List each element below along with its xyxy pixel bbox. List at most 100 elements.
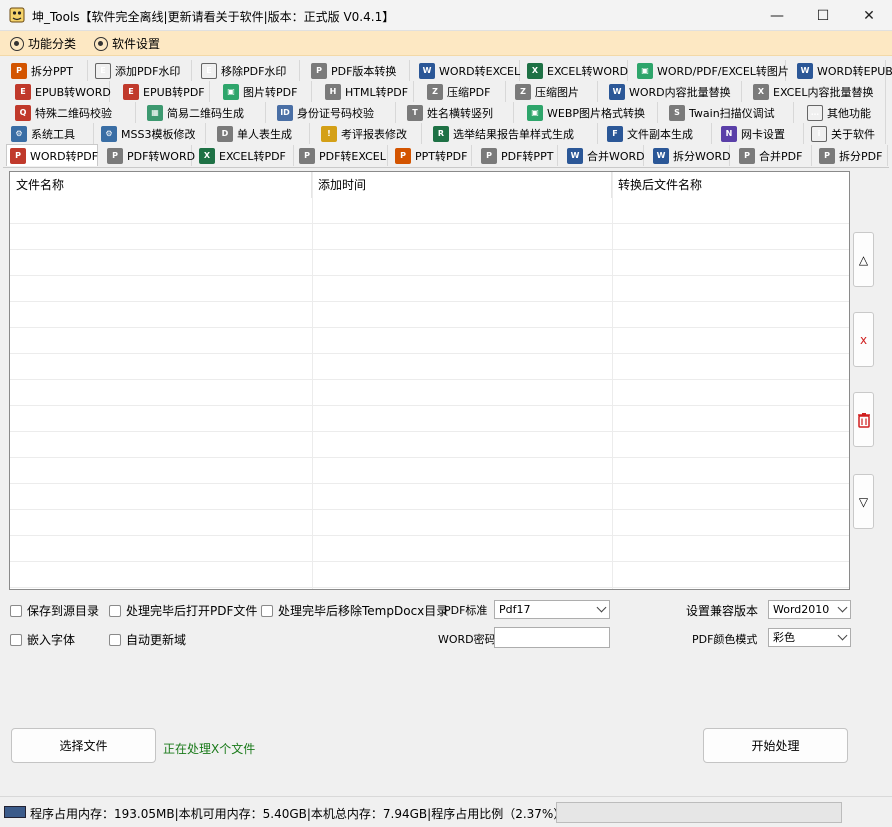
tab-word-batch-replace[interactable]: W WORD内容批量替换 <box>606 81 742 102</box>
start-processing-button[interactable]: 开始处理 <box>703 728 848 763</box>
tab-html-to-pdf[interactable]: H HTML转PDF <box>322 81 414 102</box>
tab-about[interactable]: i 关于软件 <box>808 123 886 144</box>
tab-word-to-pdf[interactable]: P WORD转PDF <box>6 144 98 166</box>
tab-webp-convert[interactable]: ▣ WEBP图片格式转换 <box>524 102 658 123</box>
pdf-icon: P <box>819 147 835 164</box>
chevron-down-icon <box>596 602 607 613</box>
watermark-icon: E <box>95 62 111 79</box>
column-header-added-time[interactable]: 添加时间 <box>312 172 612 198</box>
open-after-checkbox[interactable]: 处理完毕后打开PDF文件 <box>109 602 257 619</box>
tab-election-report[interactable]: R 选举结果报告单样式生成 <box>430 123 598 144</box>
tab-label: EPUB转PDF <box>143 85 205 99</box>
column-header-output-name[interactable]: 转换后文件名称 <box>612 172 849 198</box>
tab-label: 文件副本生成 <box>627 127 693 141</box>
clear-list-button[interactable] <box>853 392 874 447</box>
select-files-button[interactable]: 选择文件 <box>11 728 156 763</box>
checkbox-box[interactable] <box>261 604 273 617</box>
save-to-source-checkbox[interactable]: 保存到源目录 <box>10 602 99 619</box>
tab-excel-to-pdf[interactable]: X EXCEL转PDF <box>196 145 294 166</box>
tab-label: 合并PDF <box>759 149 803 163</box>
close-button[interactable]: ✕ <box>846 0 892 31</box>
tab-file-copy[interactable]: F 文件副本生成 <box>604 123 712 144</box>
checkbox-label: 处理完毕后移除TempDocx目录 <box>278 604 449 618</box>
epub-icon: E <box>123 83 139 100</box>
checkbox-box[interactable] <box>109 604 121 617</box>
network-icon: N <box>721 125 737 142</box>
compat-version-label: 设置兼容版本 <box>686 604 759 618</box>
tab-label: PDF转EXCEL <box>319 149 386 163</box>
compat-version-select[interactable]: Word2010 <box>768 600 851 619</box>
tab-review-report[interactable]: ! 考评报表修改 <box>318 123 422 144</box>
tab-merge-pdf[interactable]: P 合并PDF <box>736 145 812 166</box>
checkbox-box[interactable] <box>109 633 121 646</box>
tab-pdf-to-word[interactable]: P PDF转WORD <box>104 145 196 166</box>
tab-epub-to-pdf[interactable]: E EPUB转PDF <box>120 81 210 102</box>
tab-label: 拆分PDF <box>839 149 883 163</box>
memory-icon <box>4 806 26 818</box>
move-up-button[interactable]: △ <box>853 232 874 287</box>
column-header-filename[interactable]: 文件名称 <box>10 172 312 198</box>
tab-system-tools[interactable]: ⚙ 系统工具 <box>8 123 94 144</box>
pdf-icon: P <box>107 147 123 164</box>
checkbox-box[interactable] <box>10 604 22 617</box>
tab-other-functions[interactable]: … 其他功能 <box>804 102 886 123</box>
tab-pdf-version-convert[interactable]: P PDF版本转换 <box>308 60 410 81</box>
tab-compress-image[interactable]: Z 压缩图片 <box>512 81 598 102</box>
pdf-standard-select[interactable]: Pdf17 <box>494 600 610 619</box>
tab-epub-to-word[interactable]: E EPUB转WORD <box>12 81 111 102</box>
qrcode-icon: ▦ <box>147 104 163 121</box>
tab-ppt-to-pdf[interactable]: P PPT转PDF <box>392 145 472 166</box>
move-down-button[interactable]: ▽ <box>853 474 874 529</box>
tab-office-to-image[interactable]: ▣ WORD/PDF/EXCEL转图片 <box>634 60 789 81</box>
pdf-icon: P <box>299 147 315 164</box>
gear-icon <box>94 36 108 51</box>
word-password-input[interactable] <box>494 627 610 648</box>
tab-row-3: Q 特殊二维码校验 ▦ 简易二维码生成 ID 身份证号码校验 T 姓名横转竖列 ▣ WEB… <box>0 102 892 123</box>
tab-id-number-check[interactable]: ID 身份证号码校验 <box>274 102 396 123</box>
menu-software-settings[interactable]: 软件设置 <box>94 34 160 53</box>
embed-fonts-checkbox[interactable]: 嵌入字体 <box>10 631 75 648</box>
tab-twain-debug[interactable]: S Twain扫描仪调试 <box>666 102 794 123</box>
tab-split-word[interactable]: W 拆分WORD <box>650 145 731 166</box>
minimize-button[interactable]: — <box>754 0 800 31</box>
maximize-button[interactable]: ☐ <box>800 0 846 31</box>
chevron-down-icon <box>837 630 848 641</box>
tab-word-to-epub[interactable]: W WORD转EPUB <box>794 60 892 81</box>
tab-word-to-excel[interactable]: W WORD转EXCEL <box>416 60 520 81</box>
tab-split-ppt[interactable]: P 拆分PPT <box>8 60 88 81</box>
tab-split-pdf[interactable]: P 拆分PDF <box>816 145 888 166</box>
menu-function-category[interactable]: 功能分类 <box>10 34 76 53</box>
tab-image-to-pdf[interactable]: ▣ 图片转PDF <box>220 81 312 102</box>
menu-bar: 功能分类 软件设置 <box>0 31 892 56</box>
tab-label: WORD内容批量替换 <box>629 85 731 99</box>
tab-remove-pdf-watermark[interactable]: E 移除PDF水印 <box>198 60 300 81</box>
gear-icon <box>10 36 24 51</box>
tab-special-qr-check[interactable]: Q 特殊二维码校验 <box>12 102 136 123</box>
tab-pdf-to-excel[interactable]: P PDF转EXCEL <box>296 145 388 166</box>
checkbox-box[interactable] <box>10 633 22 646</box>
file-list-table[interactable]: 文件名称 添加时间 转换后文件名称 <box>9 171 850 590</box>
auto-update-fields-checkbox[interactable]: 自动更新域 <box>109 631 186 648</box>
tab-label: 简易二维码生成 <box>167 106 244 120</box>
tab-excel-batch-replace[interactable]: X EXCEL内容批量替换 <box>750 81 886 102</box>
tab-pdf-to-ppt[interactable]: P PDF转PPT <box>478 145 558 166</box>
pdf-color-mode-select[interactable]: 彩色 <box>768 628 851 647</box>
remove-item-button[interactable]: x <box>853 312 874 367</box>
trash-icon <box>857 412 870 428</box>
tab-excel-to-word[interactable]: X EXCEL转WORD <box>524 60 628 81</box>
tab-simple-qr-generate[interactable]: ▦ 简易二维码生成 <box>144 102 266 123</box>
tab-compress-pdf[interactable]: Z 压缩PDF <box>424 81 506 102</box>
tab-merge-word[interactable]: W 合并WORD <box>564 145 645 166</box>
tab-add-pdf-watermark[interactable]: E 添加PDF水印 <box>92 60 192 81</box>
tab-name-vertical[interactable]: T 姓名横转竖列 <box>404 102 514 123</box>
tab-label: PDF转WORD <box>127 149 196 163</box>
tab-nic-settings[interactable]: N 网卡设置 <box>718 123 804 144</box>
tab-label: 系统工具 <box>31 127 75 141</box>
tab-single-table[interactable]: D 单人表生成 <box>214 123 310 144</box>
tab-mss3-template[interactable]: ⚙ MSS3模板修改 <box>98 123 206 144</box>
tab-row-4: ⚙ 系统工具 ⚙ MSS3模板修改 D 单人表生成 ! 考评报表修改 R 选举结果报告单样… <box>0 123 892 144</box>
remove-temp-checkbox[interactable]: 处理完毕后移除TempDocx目录 <box>261 602 448 619</box>
tab-label: Twain扫描仪调试 <box>689 106 775 120</box>
tab-label: 移除PDF水印 <box>221 64 287 78</box>
pdf-icon: P <box>311 62 327 79</box>
